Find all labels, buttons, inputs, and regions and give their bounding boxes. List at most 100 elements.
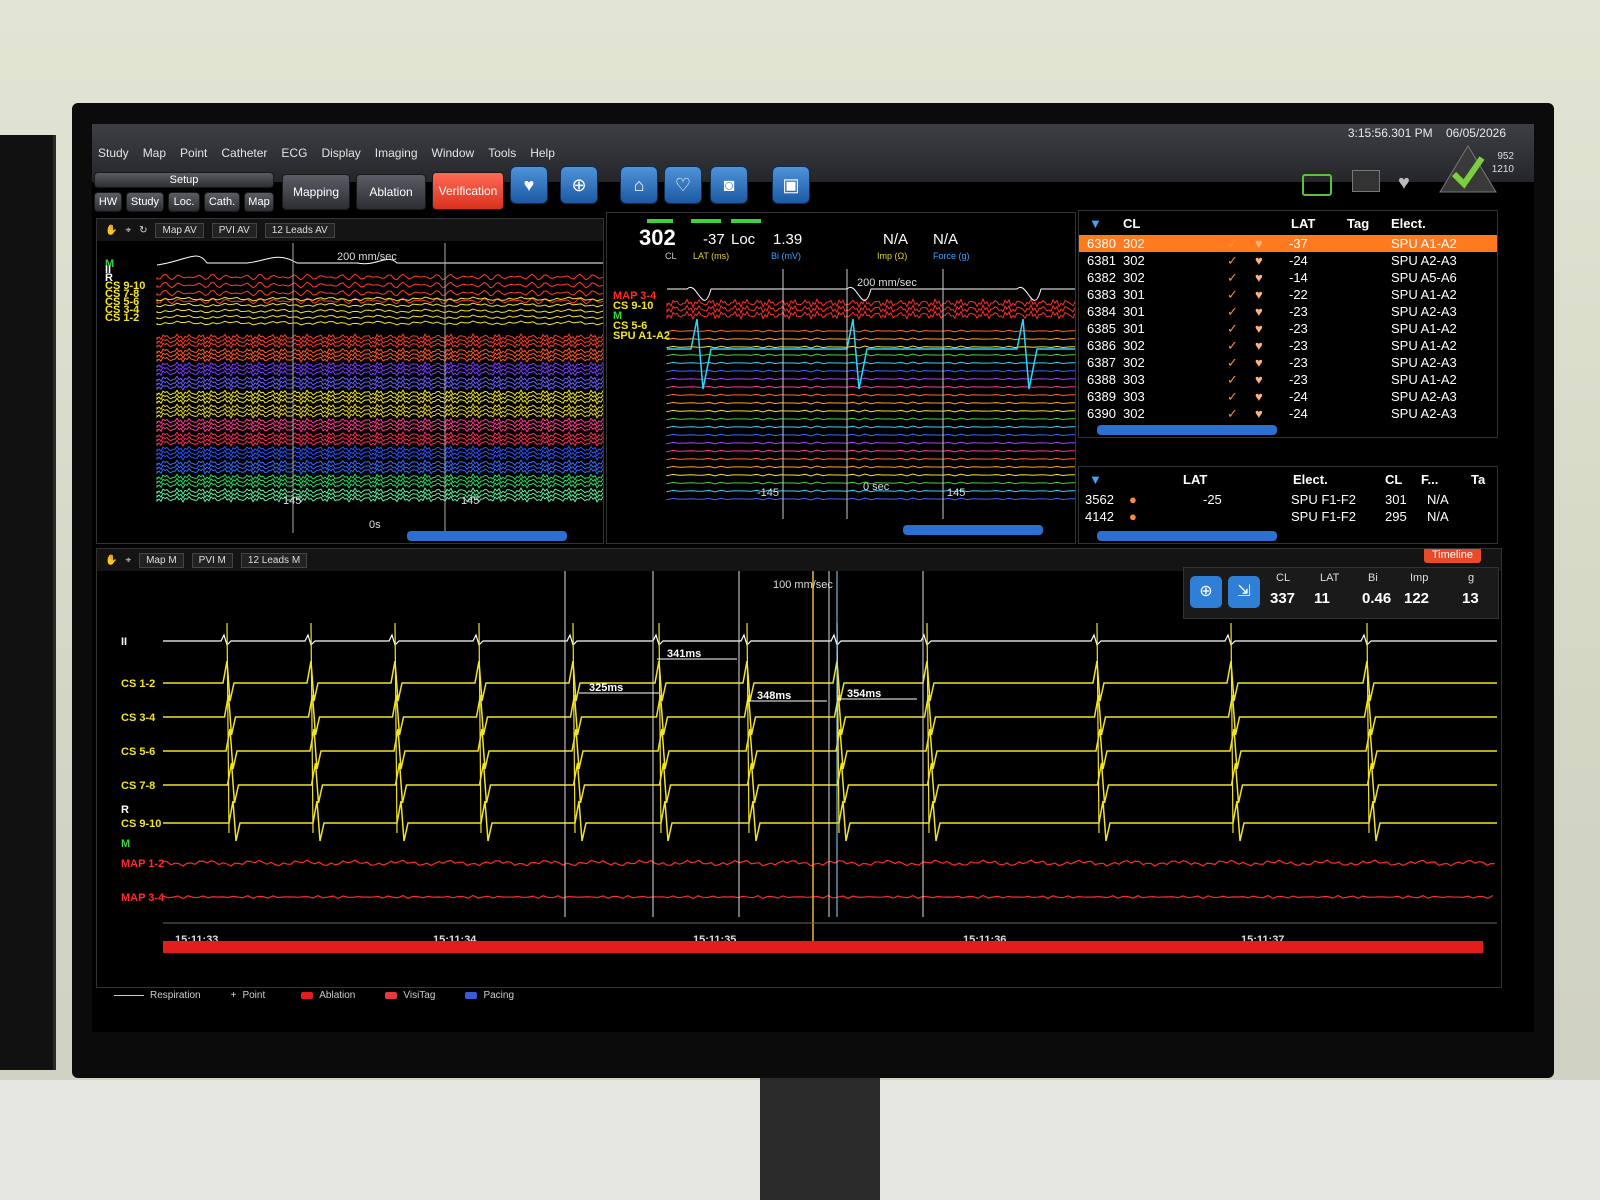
- ablation-row[interactable]: 4142 SPU F1-F2 295 N/A ●: [1079, 508, 1497, 525]
- bottom-map-select[interactable]: Map M: [139, 552, 184, 568]
- compass-icon[interactable]: ⊕: [560, 166, 598, 204]
- bottom-signal-canvas: II CS 1-2 CS 3-4 CS 5-6 CS 7-8 R CS 9-10 M MAP 1…: [121, 571, 1497, 951]
- abl-col-ta[interactable]: Ta: [1471, 472, 1485, 487]
- point-row[interactable]: 6380 302 -37 SPU A1-A2 ✓ ♥: [1079, 235, 1497, 252]
- menu-ecg[interactable]: ECG: [281, 146, 307, 160]
- tab-study[interactable]: Study: [126, 192, 164, 212]
- menu-help[interactable]: Help: [530, 146, 555, 160]
- tab-cath[interactable]: Cath.: [204, 192, 240, 212]
- mid-signal-panel: 302 CL -37 Loc LAT (ms) 1.39 Bi (mV) N/A…: [606, 212, 1076, 544]
- mid-zero-label: 0 sec: [863, 481, 890, 493]
- ablation-filter-icon[interactable]: ▼: [1089, 472, 1102, 487]
- point-cl: 302: [1123, 355, 1145, 370]
- col-tag[interactable]: Tag: [1347, 216, 1369, 231]
- abl-col-lat[interactable]: LAT: [1183, 472, 1207, 487]
- point-row[interactable]: 6382 302 -14 SPU A5-A6 ✓ ♥: [1079, 269, 1497, 286]
- point-row[interactable]: 6384 301 -23 SPU A2-A3 ✓ ♥: [1079, 303, 1497, 320]
- hand-tool-icon[interactable]: ✋: [105, 225, 117, 236]
- camera-icon[interactable]: ◙: [710, 166, 748, 204]
- cs-spike: [310, 622, 314, 834]
- plus-icon: +: [230, 990, 237, 1001]
- menu-tools[interactable]: Tools: [488, 146, 516, 160]
- menu-catheter[interactable]: Catheter: [221, 146, 267, 160]
- heart-tag-icon: ♥: [1255, 338, 1263, 353]
- ablation-scrollbar[interactable]: [1097, 531, 1277, 541]
- readout-header: LAT: [1320, 572, 1340, 584]
- monitor-stand: [760, 1078, 880, 1200]
- setup-label[interactable]: Setup: [94, 172, 274, 188]
- map-trace: [156, 281, 603, 289]
- menu-imaging[interactable]: Imaging: [375, 146, 418, 160]
- bottom-pvi-select[interactable]: PVI M: [191, 552, 233, 568]
- bottom-hand-tool-icon[interactable]: ✋: [105, 555, 117, 566]
- monitor-status-icon: [1352, 170, 1380, 192]
- cs-spike: [1096, 622, 1100, 834]
- tab-loc[interactable]: Loc.: [168, 192, 200, 212]
- point-row[interactable]: 6388 303 -23 SPU A1-A2 ✓ ♥: [1079, 371, 1497, 388]
- menu-display[interactable]: Display: [321, 146, 360, 160]
- screen-capture-icon[interactable]: ▣: [772, 166, 810, 204]
- verified-icon: ✓: [1227, 337, 1238, 353]
- spu-trace: [666, 441, 1075, 445]
- menu-map[interactable]: Map: [143, 146, 166, 160]
- point-row[interactable]: 6389 303 -24 SPU A2-A3 ✓ ♥: [1079, 388, 1497, 405]
- refresh-icon[interactable]: ↻: [139, 225, 147, 236]
- count-top: 952: [1497, 151, 1514, 162]
- bottom-zoom-tool-icon[interactable]: ⌖: [125, 555, 131, 566]
- cs-spike: [572, 622, 576, 834]
- readout-header: Imp: [1410, 572, 1429, 584]
- point-elect: SPU A1-A2: [1391, 372, 1457, 387]
- trace-label: R: [121, 804, 129, 816]
- ablation-row[interactable]: 3562 -25 SPU F1-F2 301 N/A ●: [1079, 491, 1497, 508]
- point-row[interactable]: 6387 302 -23 SPU A2-A3 ✓ ♥: [1079, 354, 1497, 371]
- timeline-button[interactable]: Timeline: [1423, 549, 1481, 563]
- point-row[interactable]: 6386 302 -23 SPU A1-A2 ✓ ♥: [1079, 337, 1497, 354]
- verified-icon: ✓: [1227, 235, 1238, 251]
- mapping-button[interactable]: Mapping: [282, 174, 350, 210]
- ecg-ii-trace: [163, 633, 1497, 647]
- lat-label: LAT (ms): [693, 251, 730, 261]
- point-elect: SPU A1-A2: [1391, 321, 1457, 336]
- map-select[interactable]: Map AV: [155, 222, 204, 238]
- ablation-button[interactable]: Ablation: [356, 174, 426, 210]
- menu-window[interactable]: Window: [432, 146, 475, 160]
- target-icon[interactable]: ⊕: [1190, 576, 1222, 608]
- menu-point[interactable]: Point: [180, 146, 207, 160]
- zoom-tool-icon[interactable]: ⌖: [125, 225, 131, 236]
- point-lat: -22: [1289, 287, 1308, 302]
- col-lat[interactable]: LAT: [1291, 216, 1315, 231]
- verification-button[interactable]: Verification: [432, 172, 504, 210]
- filter-icon[interactable]: ▼: [1089, 216, 1102, 231]
- point-cl: 302: [1123, 253, 1145, 268]
- leads-select[interactable]: 12 Leads AV: [264, 222, 335, 238]
- bottom-leads-select[interactable]: 12 Leads M: [240, 552, 308, 568]
- point-elect: SPU A2-A3: [1391, 406, 1457, 421]
- left-scrollbar[interactable]: [407, 531, 567, 541]
- col-cl[interactable]: CL: [1123, 216, 1140, 231]
- heart-tag-icon: ♥: [1255, 389, 1263, 404]
- catheter-icon[interactable]: ⇲: [1228, 576, 1260, 608]
- point-lat: -23: [1289, 338, 1308, 353]
- menu-study[interactable]: Study: [98, 146, 129, 160]
- cs-trace: [156, 320, 603, 326]
- point-row[interactable]: 6383 301 -22 SPU A1-A2 ✓ ♥: [1079, 286, 1497, 303]
- catheter-bell-icon[interactable]: ⌂: [620, 166, 658, 204]
- abl-col-f[interactable]: F...: [1421, 472, 1438, 487]
- tab-hw[interactable]: HW: [94, 192, 122, 212]
- map-trace: [156, 289, 603, 297]
- abl-col-cl[interactable]: CL: [1385, 472, 1402, 487]
- heart-tag-icon: ♥: [1255, 321, 1263, 336]
- heart-monitor-icon[interactable]: ♡: [664, 166, 702, 204]
- col-elect[interactable]: Elect.: [1391, 216, 1426, 231]
- ablation-timeline-bar[interactable]: [163, 941, 1483, 953]
- point-row[interactable]: 6381 302 -24 SPU A2-A3 ✓ ♥: [1079, 252, 1497, 269]
- pvi-select[interactable]: PVI AV: [211, 222, 257, 238]
- points-scrollbar[interactable]: [1097, 425, 1277, 435]
- mid-scrollbar[interactable]: [903, 525, 1043, 535]
- abl-col-elect[interactable]: Elect.: [1293, 472, 1328, 487]
- point-row[interactable]: 6390 302 -24 SPU A2-A3 ✓ ♥: [1079, 405, 1497, 422]
- tab-map[interactable]: Map: [244, 192, 274, 212]
- mid-marker-pos: 145: [947, 487, 966, 499]
- point-row[interactable]: 6385 301 -23 SPU A1-A2 ✓ ♥: [1079, 320, 1497, 337]
- heart-plus-icon[interactable]: ♥: [510, 166, 548, 204]
